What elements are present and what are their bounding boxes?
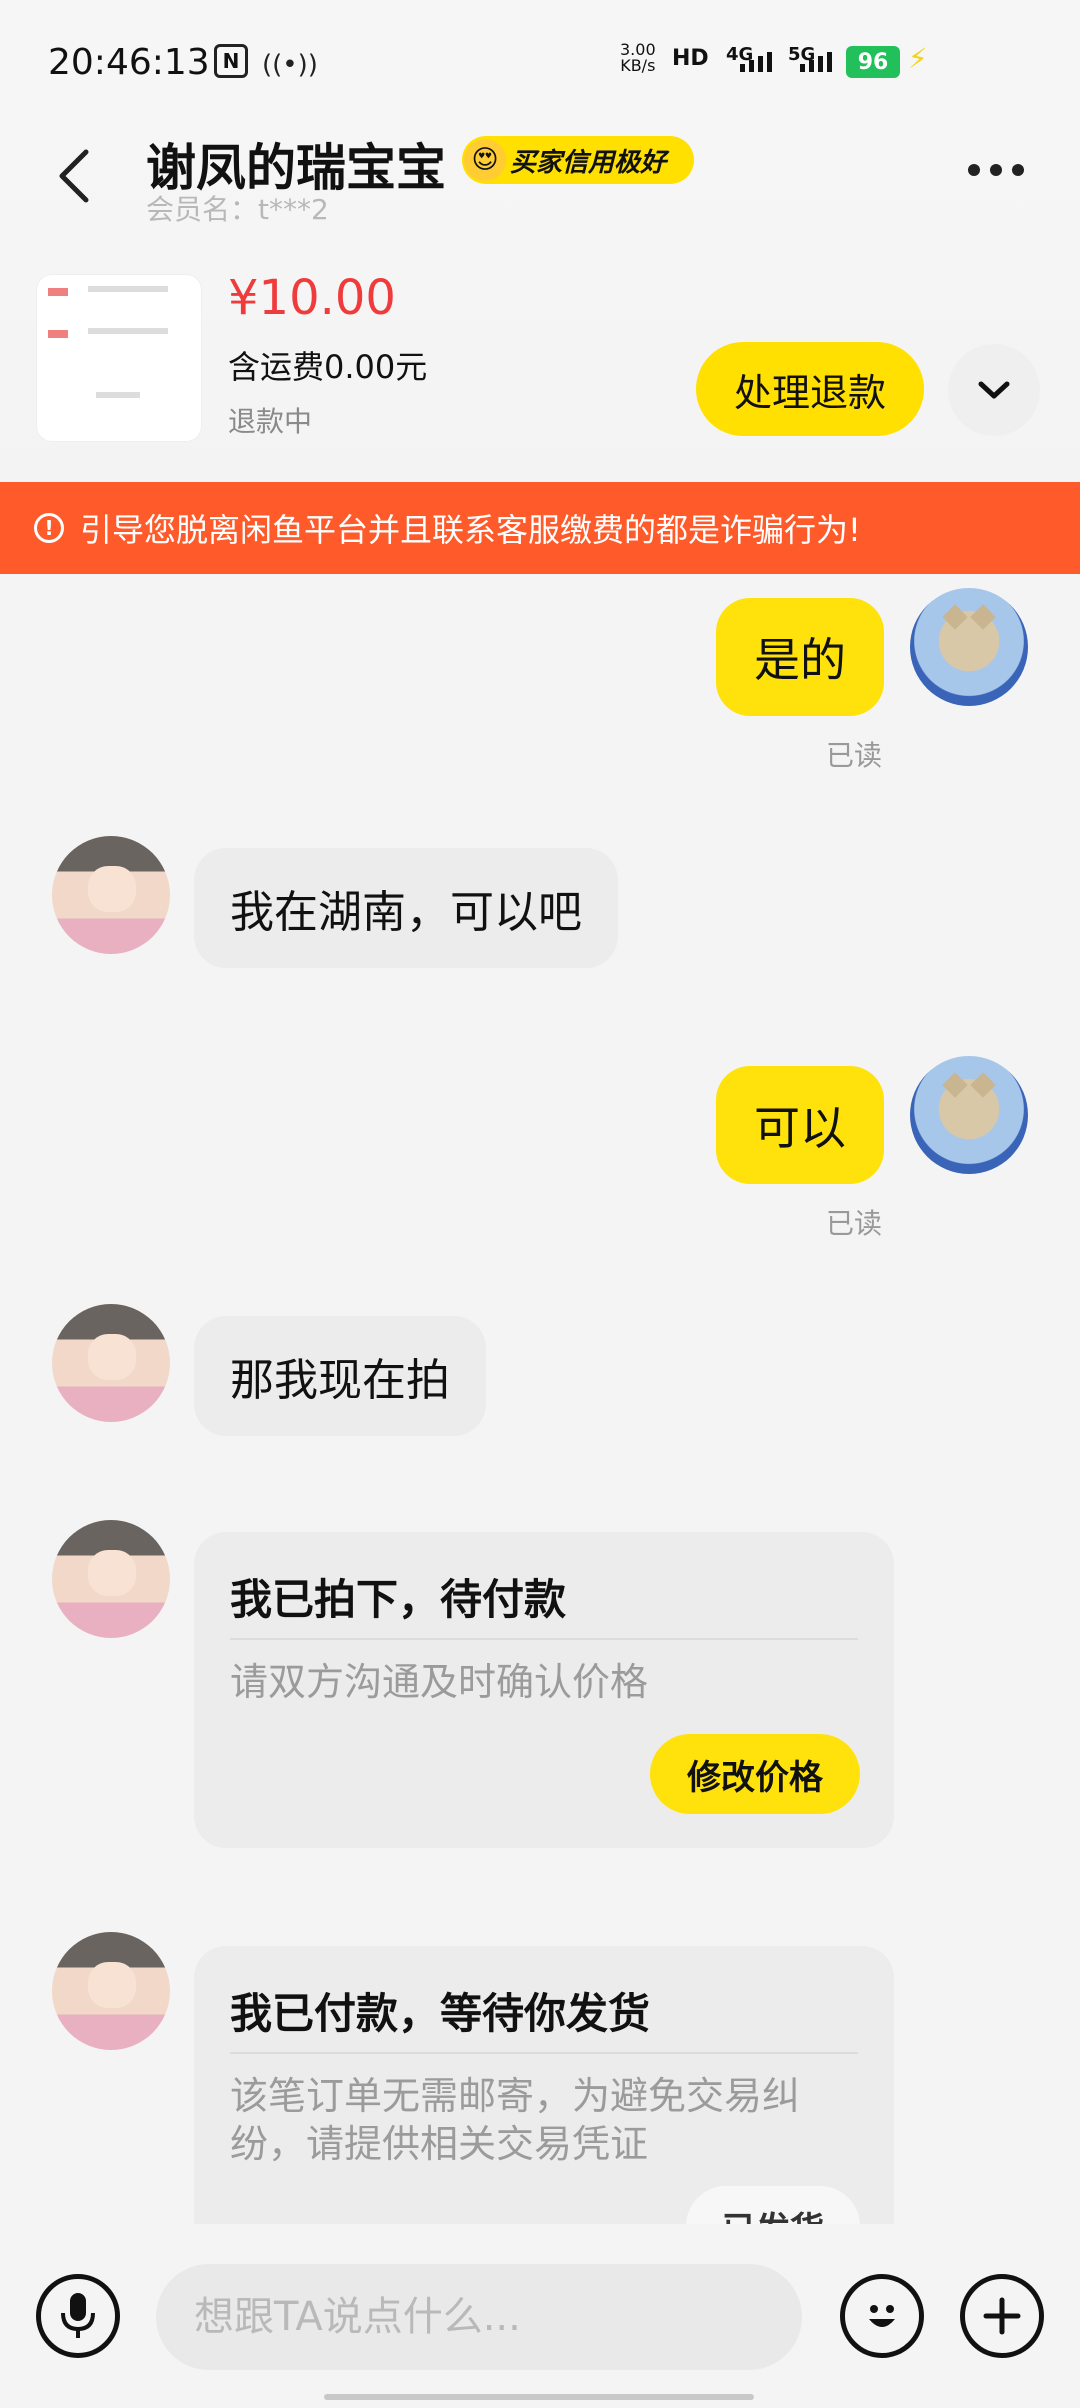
back-icon[interactable] <box>54 146 94 206</box>
signal-icon <box>800 52 832 72</box>
badge-label: 买家信用极好 <box>510 147 667 178</box>
warning-icon: ! <box>34 513 64 543</box>
read-receipt: 已读 <box>826 739 883 772</box>
read-receipt: 已读 <box>826 1207 883 1240</box>
shipping-fee: 含运费0.00元 <box>228 348 428 386</box>
order-status: 退款中 <box>228 405 313 438</box>
divider <box>230 1638 858 1640</box>
emoji-button[interactable] <box>840 2274 924 2358</box>
shipped-button[interactable]: 已发货 <box>686 2186 860 2224</box>
avatar[interactable] <box>52 1520 170 1638</box>
product-thumbnail[interactable] <box>36 274 202 442</box>
message-bubble-them[interactable]: 那我现在拍 <box>194 1316 486 1436</box>
avatar[interactable] <box>910 588 1028 706</box>
status-bar: 20:46:13 N ((•)) 3.00 KB/s HD 4G 5G 96 ⚡ <box>0 0 1080 120</box>
divider <box>230 2052 858 2054</box>
message-bubble-them[interactable]: 我在湖南，可以吧 <box>194 848 618 968</box>
more-icon[interactable] <box>968 164 1024 176</box>
card-title: 我已拍下，待付款 <box>230 1575 567 1624</box>
card-description: 请双方沟通及时确认价格 <box>230 1660 649 1704</box>
message-bubble-me[interactable]: 是的 <box>716 598 884 716</box>
message-bubble-me[interactable]: 可以 <box>716 1066 884 1184</box>
net-speed-unit: KB/s <box>620 56 656 75</box>
signal-icon <box>740 52 772 72</box>
warning-text: 引导您脱离闲鱼平台并且联系客服缴费的都是诈骗行为! <box>80 511 861 549</box>
home-indicator[interactable] <box>324 2394 754 2400</box>
avatar[interactable] <box>52 836 170 954</box>
battery-icon: 96 <box>846 46 900 78</box>
order-card[interactable]: 我已付款，等待你发货 该笔订单无需邮寄，为避免交易纠纷，请提供相关交易凭证 已发… <box>194 1946 894 2224</box>
message-input[interactable] <box>156 2264 802 2370</box>
input-bar <box>0 2224 1080 2408</box>
fraud-warning-bar: ! 引导您脱离闲鱼平台并且联系客服缴费的都是诈骗行为! <box>0 482 1080 574</box>
avatar[interactable] <box>52 1304 170 1422</box>
card-description: 该笔订单无需邮寄，为避免交易纠纷，请提供相关交易凭证 <box>230 2074 801 2166</box>
chat-messages[interactable]: 是的 已读 我在湖南，可以吧 可以 已读 那我现在拍 我已拍下，待付款 请双方沟… <box>0 574 1080 2224</box>
more-actions-button[interactable] <box>960 2274 1044 2358</box>
nfc-icon: N <box>214 44 248 78</box>
credit-badge: 😍 买家信用极好 <box>462 136 694 184</box>
heart-eyes-emoji-icon: 😍 <box>464 139 506 181</box>
chevron-down-icon <box>978 381 1010 399</box>
avatar[interactable] <box>910 1056 1028 1174</box>
microphone-icon <box>61 2293 95 2338</box>
charging-icon: ⚡ <box>908 42 928 75</box>
product-price: ¥10.00 <box>228 270 396 326</box>
order-card[interactable]: 我已拍下，待付款 请双方沟通及时确认价格 修改价格 <box>194 1532 894 1848</box>
expand-button[interactable] <box>948 344 1040 436</box>
hotspot-icon: ((•)) <box>262 50 318 80</box>
card-title: 我已付款，等待你发货 <box>230 1989 651 2038</box>
avatar[interactable] <box>52 1932 170 2050</box>
network-speed: 3.00 KB/s <box>620 42 656 74</box>
plus-icon <box>983 2297 1021 2335</box>
hd-icon: HD <box>672 46 709 71</box>
smile-icon <box>869 2305 895 2327</box>
process-refund-button[interactable]: 处理退款 <box>696 342 924 436</box>
voice-button[interactable] <box>36 2274 120 2358</box>
status-time: 20:46:13 <box>48 42 210 83</box>
member-name: 会员名：t***2 <box>146 193 329 226</box>
modify-price-button[interactable]: 修改价格 <box>650 1734 860 1814</box>
